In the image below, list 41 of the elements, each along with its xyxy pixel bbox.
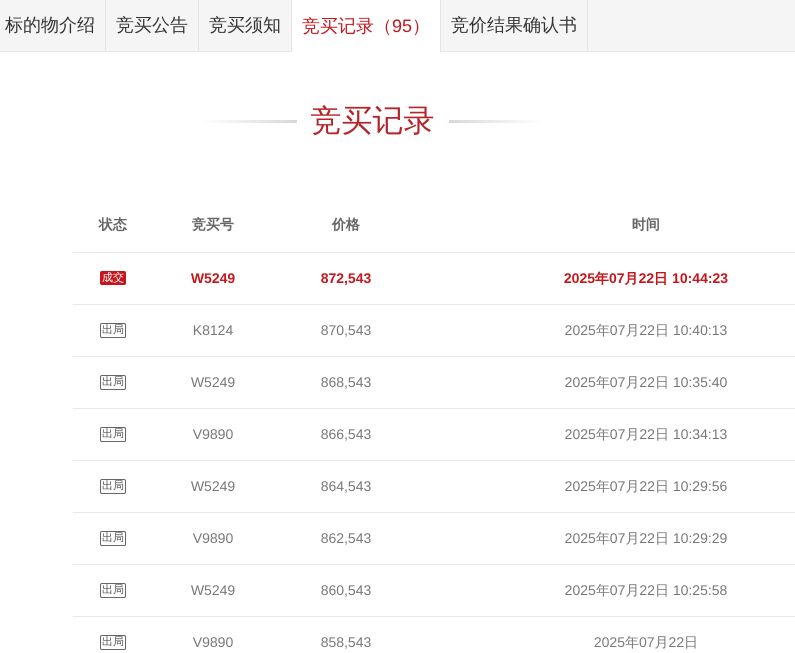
table-cell-text: 872,543 bbox=[320, 268, 372, 288]
tab[interactable]: 竞价结果确认书 bbox=[441, 0, 588, 51]
table-cell-text: 858,543 bbox=[320, 632, 372, 652]
status-badge: 出局 bbox=[100, 478, 126, 494]
table-cell-text: 2025年07月22日 10:25:58 bbox=[564, 580, 728, 600]
table-cell-text: V9890 bbox=[192, 528, 234, 548]
column-header: 价格 bbox=[332, 214, 360, 234]
tab[interactable]: 竞买公告 bbox=[106, 0, 199, 51]
column-header: 状态 bbox=[99, 214, 127, 234]
table-cell-text: W5249 bbox=[190, 580, 236, 600]
table-cell-text: 868,543 bbox=[320, 372, 372, 392]
table-cell-text: 2025年07月22日 10:29:56 bbox=[564, 476, 728, 496]
table-cell-text: 860,543 bbox=[320, 580, 372, 600]
table-cell-text: 870,543 bbox=[320, 320, 372, 340]
table-cell-text: 2025年07月22日 10:35:40 bbox=[564, 372, 728, 392]
table-cell-text: V9890 bbox=[192, 424, 234, 444]
table-cell-text: 2025年07月22日 10:40:13 bbox=[564, 320, 728, 340]
table-cell-text: K8124 bbox=[192, 320, 234, 340]
status-badge: 出局 bbox=[100, 426, 126, 442]
table-cell-text: 2025年07月22日 10:34:13 bbox=[564, 424, 728, 444]
table-cell-text: 866,543 bbox=[320, 424, 372, 444]
tab[interactable]: 竞买记录（95） bbox=[292, 0, 442, 53]
tab[interactable]: 标的物介绍 bbox=[0, 0, 106, 51]
table-cell-text: 862,543 bbox=[320, 528, 372, 548]
table-cell-text: W5249 bbox=[190, 268, 236, 288]
status-badge: 成交 bbox=[100, 271, 126, 285]
table-cell-text: 2025年07月22日 bbox=[594, 632, 698, 652]
table-cell-text: V9890 bbox=[192, 632, 234, 652]
status-badge: 出局 bbox=[100, 530, 126, 546]
table-cell-text: W5249 bbox=[190, 476, 236, 496]
section-title: 竞买记录 bbox=[310, 102, 434, 140]
table-cell-text: 864,543 bbox=[320, 476, 372, 496]
status-badge: 出局 bbox=[100, 582, 126, 598]
status-badge: 出局 bbox=[100, 322, 126, 338]
table-cell-text: W5249 bbox=[190, 372, 236, 392]
column-header: 竞买号 bbox=[192, 214, 234, 234]
table-cell-text: 2025年07月22日 10:29:29 bbox=[564, 528, 728, 548]
column-header: 时间 bbox=[632, 214, 660, 234]
status-badge: 出局 bbox=[100, 374, 126, 390]
status-badge: 出局 bbox=[100, 634, 126, 650]
table-cell-text: 2025年07月22日 10:44:23 bbox=[564, 268, 728, 288]
